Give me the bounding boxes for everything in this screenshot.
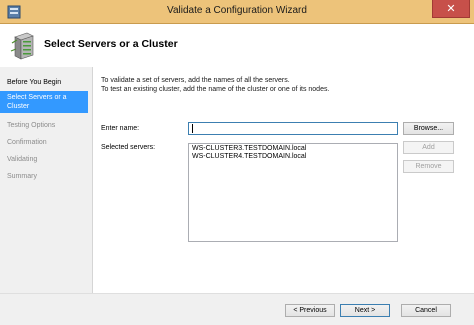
sidebar-item-confirmation: Confirmation bbox=[7, 139, 47, 146]
close-button[interactable]: ✕ bbox=[432, 0, 470, 18]
wizard-footer: < Previous Next > Cancel bbox=[0, 293, 474, 325]
server-name-input[interactable] bbox=[188, 122, 398, 135]
page-title: Select Servers or a Cluster bbox=[44, 38, 178, 50]
browse-button[interactable]: Browse... bbox=[403, 122, 454, 135]
list-item[interactable]: WS-CLUSTER4.TESTDOMAIN.local bbox=[192, 153, 394, 161]
selected-servers-label: Selected servers: bbox=[101, 144, 156, 151]
add-button[interactable]: Add bbox=[403, 141, 454, 154]
sidebar-item-validating: Validating bbox=[7, 156, 38, 163]
next-button[interactable]: Next > bbox=[340, 304, 390, 317]
cancel-button[interactable]: Cancel bbox=[401, 304, 451, 317]
sidebar-item-before-you-begin[interactable]: Before You Begin bbox=[0, 76, 92, 89]
sidebar-item-select-servers[interactable]: Select Servers or a Cluster bbox=[0, 91, 88, 113]
window-title: Validate a Configuration Wizard bbox=[167, 5, 307, 16]
text-cursor bbox=[192, 124, 193, 133]
instruction-line-1: To validate a set of servers, add the na… bbox=[101, 77, 290, 84]
list-item[interactable]: WS-CLUSTER3.TESTDOMAIN.local bbox=[192, 145, 394, 153]
wizard-body: Before You Begin Select Servers or a Clu… bbox=[0, 67, 474, 325]
remove-button[interactable]: Remove bbox=[403, 160, 454, 173]
steps-sidebar: Before You Begin Select Servers or a Clu… bbox=[0, 67, 92, 293]
enter-name-label: Enter name: bbox=[101, 125, 140, 132]
title-bar: Validate a Configuration Wizard ✕ bbox=[0, 0, 474, 24]
instruction-line-2: To test an existing cluster, add the nam… bbox=[101, 86, 330, 93]
servers-icon bbox=[10, 32, 34, 60]
wizard-header: Select Servers or a Cluster bbox=[0, 24, 474, 67]
selected-servers-list[interactable]: WS-CLUSTER3.TESTDOMAIN.local WS-CLUSTER4… bbox=[188, 143, 398, 242]
sidebar-item-summary: Summary bbox=[7, 173, 37, 180]
sidebar-item-testing-options: Testing Options bbox=[7, 122, 56, 129]
main-content: To validate a set of servers, add the na… bbox=[92, 67, 474, 293]
instructions: To validate a set of servers, add the na… bbox=[101, 76, 329, 94]
previous-button[interactable]: < Previous bbox=[285, 304, 335, 317]
